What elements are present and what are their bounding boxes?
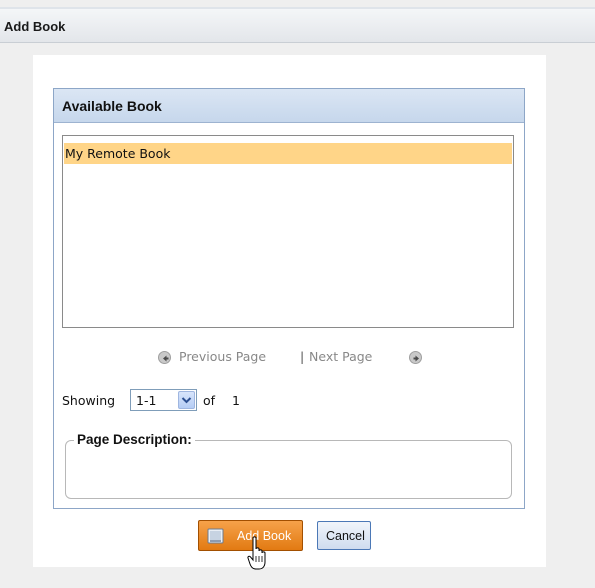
previous-page-link[interactable]: Previous Page <box>179 349 266 364</box>
available-book-group: Available Book My Remote Book Previous P… <box>53 88 525 509</box>
available-book-header: Available Book <box>54 89 524 123</box>
dialog-title: Add Book <box>4 19 66 34</box>
page-range-value: 1-1 <box>136 393 157 408</box>
available-book-title: Available Book <box>62 98 162 114</box>
add-book-dialog: Add Book Available Book My Remote Book P… <box>0 0 595 588</box>
arrow-left-circle-icon[interactable] <box>158 351 171 364</box>
showing-label: Showing <box>62 393 116 408</box>
total-pages: 1 <box>232 393 240 408</box>
cancel-label: Cancel <box>326 529 365 543</box>
next-page-link[interactable]: Next Page <box>309 349 372 364</box>
list-item[interactable]: My Remote Book <box>64 143 512 164</box>
showing-range: Showing 1-1 of 1 <box>62 389 362 413</box>
hand-cursor-icon <box>247 536 269 572</box>
chevron-down-icon[interactable] <box>178 391 195 409</box>
page-description-legend: Page Description: <box>74 432 195 447</box>
page-description-fieldset: Page Description: <box>65 432 512 499</box>
pagination: Previous Page | Next Page <box>54 348 524 368</box>
book-icon <box>207 528 224 544</box>
page-range-select[interactable]: 1-1 <box>130 389 197 411</box>
arrow-right-circle-icon[interactable] <box>409 351 422 364</box>
book-listbox[interactable]: My Remote Book <box>62 135 514 328</box>
cancel-button[interactable]: Cancel <box>317 521 371 550</box>
of-label: of <box>203 393 216 408</box>
dialog-title-bar: Add Book <box>0 7 595 43</box>
pager-separator: | <box>300 349 305 364</box>
